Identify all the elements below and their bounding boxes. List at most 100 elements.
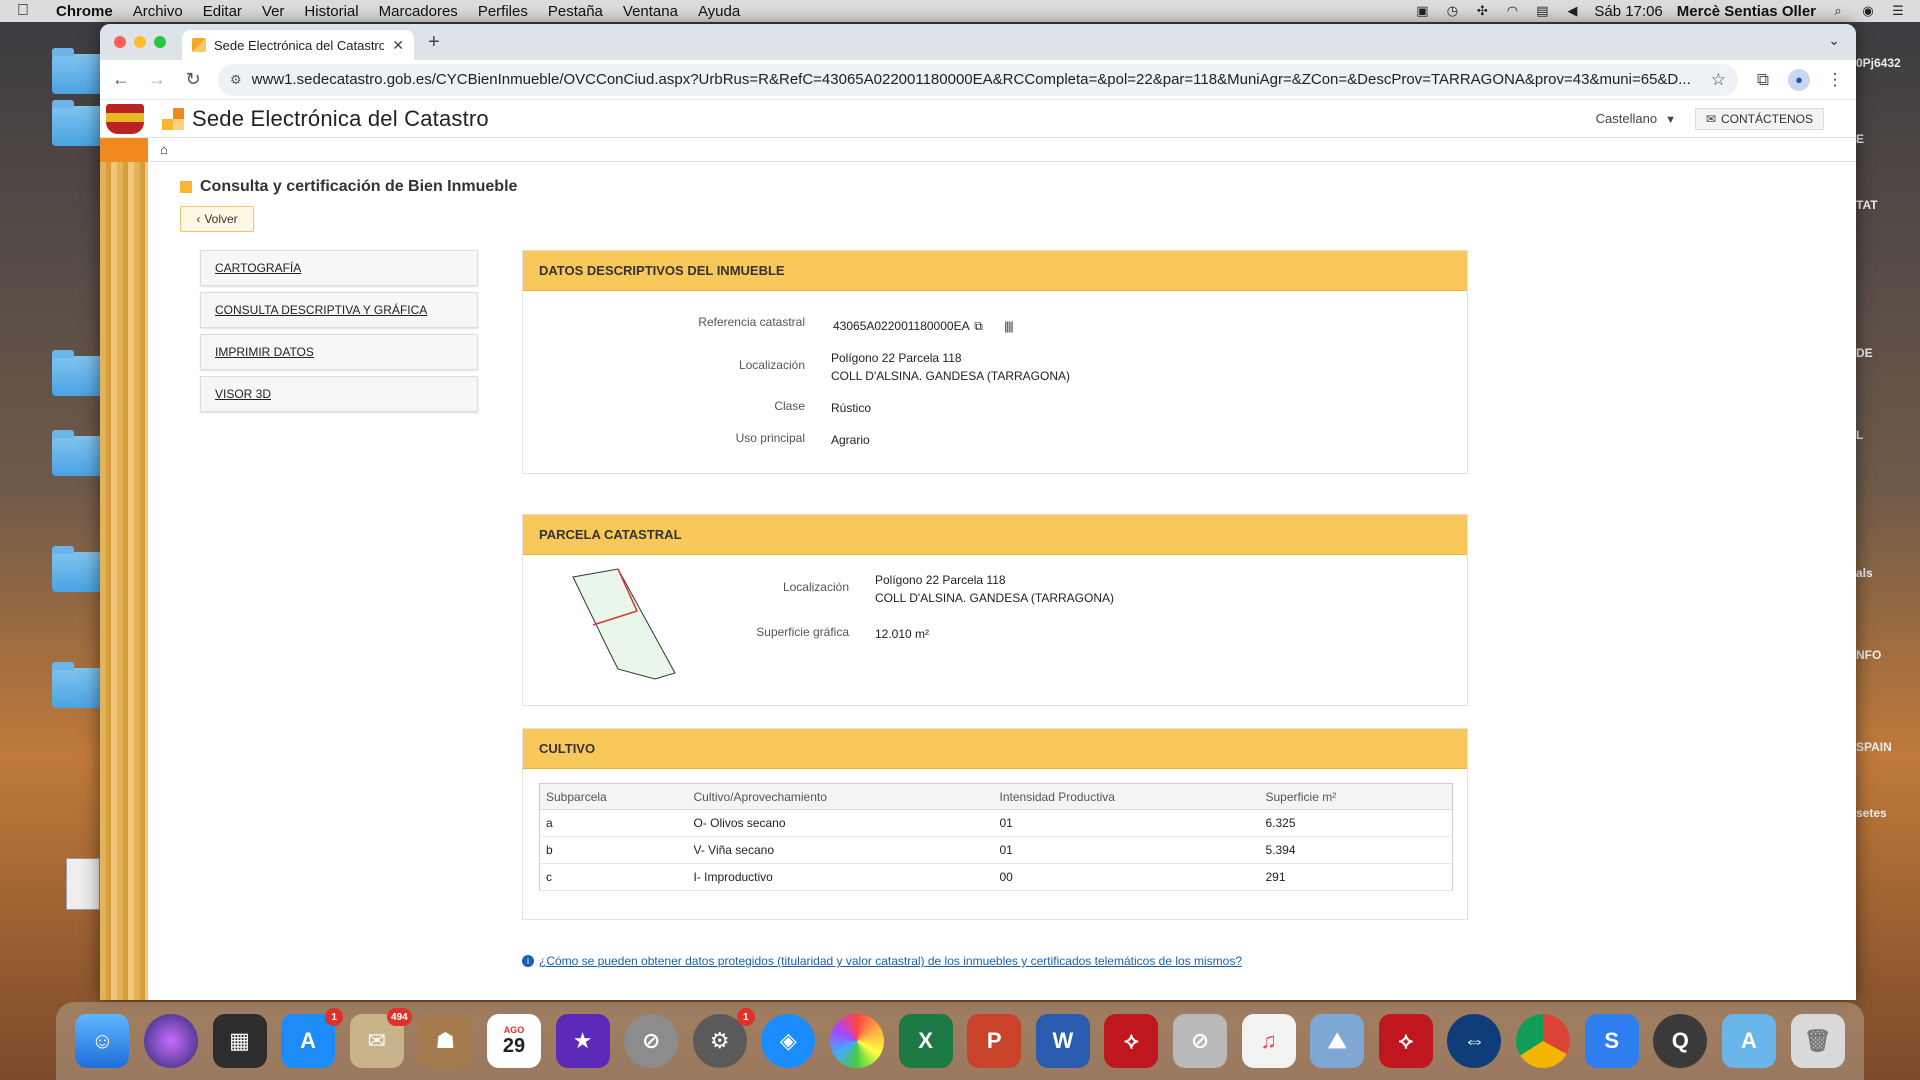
copy-icon[interactable]: ⧉ <box>974 319 983 333</box>
network-icon[interactable]: ✣ <box>1474 3 1490 18</box>
menu-cartografia[interactable]: CARTOGRAFÍA <box>200 250 478 286</box>
cell-cultivo: I- Improductivo <box>687 863 994 891</box>
panel-title: DATOS DESCRIPTIVOS DEL INMUEBLE <box>523 251 1467 291</box>
menu-pestana[interactable]: Pestaña <box>538 3 613 20</box>
apple-menu-icon[interactable]:  <box>0 2 46 20</box>
wifi-icon[interactable]: ◠ <box>1504 3 1520 18</box>
kebab-menu-icon[interactable]: ⋮ <box>1824 70 1846 90</box>
powerpoint-icon[interactable]: P <box>967 1014 1022 1068</box>
referencia-text[interactable]: 43065A022001180000EA <box>833 319 969 333</box>
contact-button[interactable]: ✉ CONTÁCTENOS <box>1694 107 1824 130</box>
time-machine-icon[interactable]: ◷ <box>1444 3 1460 18</box>
menu-ver[interactable]: Ver <box>252 3 295 20</box>
title-marker-icon <box>180 181 192 193</box>
desktop-folder-icon[interactable] <box>52 430 104 476</box>
menu-consulta-descriptiva[interactable]: CONSULTA DESCRIPTIVA Y GRÁFICA <box>200 292 478 328</box>
control-center-icon[interactable]: ☰ <box>1890 3 1906 18</box>
reload-icon[interactable]: ↻ <box>182 69 204 90</box>
clock[interactable]: Sáb 17:06 <box>1594 3 1662 20</box>
envelope-icon: ✉ <box>1705 111 1716 126</box>
tab-search-chevron-icon[interactable]: ⌄ <box>1828 32 1840 49</box>
extensions-icon[interactable]: ⧉ <box>1752 70 1774 90</box>
user-name[interactable]: Mercè Sentias Oller <box>1677 3 1816 20</box>
app-store-icon[interactable]: A1 <box>281 1008 344 1068</box>
photos-icon[interactable] <box>830 1014 884 1068</box>
menu-editar[interactable]: Editar <box>193 3 252 20</box>
desktop-folder-icon[interactable] <box>52 546 104 592</box>
site-settings-icon[interactable]: ⚙ <box>230 72 242 88</box>
menu-marcadores[interactable]: Marcadores <box>369 3 468 20</box>
skype-icon[interactable]: S <box>1584 1014 1639 1068</box>
label-uso: Uso principal <box>735 431 805 445</box>
blocked-app-icon[interactable]: ⊘ <box>624 1014 679 1068</box>
desktop-folder-icon[interactable] <box>52 48 104 94</box>
parcel-map-thumbnail[interactable] <box>563 567 683 697</box>
datos-list: Referencia catastral 43065A022001180000E… <box>523 291 1467 473</box>
system-settings-icon[interactable]: ⚙ 1 <box>692 1008 755 1068</box>
barcode-icon[interactable]: |||| <box>1004 319 1014 333</box>
menu-ayuda[interactable]: Ayuda <box>688 3 750 20</box>
tab-active[interactable]: Sede Electrónica del Catastro ✕ <box>182 30 414 60</box>
back-label: Volver <box>204 212 238 226</box>
desktop-folder-icon[interactable] <box>52 662 104 708</box>
tab-bar: Sede Electrónica del Catastro ✕ + ⌄ <box>100 24 1856 60</box>
close-tab-icon[interactable]: ✕ <box>392 37 404 54</box>
back-arrow-icon[interactable]: ← <box>110 69 132 90</box>
menu-ventana[interactable]: Ventana <box>613 3 688 20</box>
spotlight-icon[interactable]: ⌕ <box>1830 3 1846 18</box>
bookmark-star-icon[interactable]: ☆ <box>1711 70 1726 90</box>
keyboard-icon[interactable]: ▤ <box>1534 3 1550 18</box>
forward-arrow-icon[interactable]: → <box>146 69 168 90</box>
excel-icon[interactable]: X <box>898 1014 953 1068</box>
imovie-icon[interactable]: ★ <box>555 1014 610 1068</box>
menu-historial[interactable]: Historial <box>294 3 368 20</box>
back-button[interactable]: ‹ Volver <box>180 206 254 232</box>
orange-accent <box>100 137 148 162</box>
mail-icon[interactable]: ✉ 494 <box>349 1008 412 1068</box>
display-icon[interactable]: ▣ <box>1414 3 1430 18</box>
safari-icon[interactable]: ◈ <box>761 1014 816 1068</box>
zoom-window-button[interactable] <box>154 36 166 48</box>
value-clase: Rústico <box>831 401 872 415</box>
siri-app-icon[interactable] <box>143 1014 198 1068</box>
help-link[interactable]: i ¿Cómo se pueden obtener datos protegid… <box>522 954 1242 968</box>
menu-app-name[interactable]: Chrome <box>46 3 123 20</box>
quicktime-icon[interactable]: Q <box>1653 1014 1708 1068</box>
finder-icon[interactable]: ☺ <box>75 1014 130 1068</box>
acrobat-icon[interactable]: ⟡ <box>1104 1014 1159 1068</box>
desktop-file-icon[interactable] <box>66 858 100 910</box>
close-window-button[interactable] <box>114 36 126 48</box>
desktop-folder-icon[interactable] <box>52 100 104 146</box>
preview-icon[interactable]: ⛰ <box>1310 1014 1365 1068</box>
site-title[interactable]: Sede Electrónica del Catastro <box>192 106 489 132</box>
new-tab-icon[interactable]: + <box>428 31 440 54</box>
word-icon[interactable]: W <box>1035 1014 1090 1068</box>
chrome-icon[interactable] <box>1516 1014 1571 1068</box>
calendar-icon[interactable]: AGO 29 <box>486 1014 541 1068</box>
blocked-app-icon-2[interactable]: ⊘ <box>1173 1014 1228 1068</box>
acrobat-reader-icon[interactable]: ⟡ <box>1378 1014 1433 1068</box>
url-text[interactable]: www1.sedecatastro.gob.es/CYCBienInmueble… <box>252 71 1701 88</box>
home-icon[interactable]: ⌂ <box>160 142 168 157</box>
language-selector[interactable]: Castellano ▼ <box>1596 111 1676 126</box>
minimize-window-button[interactable] <box>134 36 146 48</box>
menu-archivo[interactable]: Archivo <box>123 3 193 20</box>
applications-folder-icon[interactable]: A <box>1721 1014 1776 1068</box>
music-icon[interactable]: ♫ <box>1241 1014 1296 1068</box>
menu-visor-3d[interactable]: VISOR 3D <box>200 376 478 412</box>
teamviewer-icon[interactable]: ⇔ <box>1447 1014 1502 1068</box>
address-bar[interactable]: ⚙ www1.sedecatastro.gob.es/CYCBienInmueb… <box>218 63 1738 96</box>
desktop-folder-icon[interactable] <box>52 350 104 396</box>
help-link-text[interactable]: ¿Cómo se pueden obtener datos protegidos… <box>539 954 1242 968</box>
mail-badge: 494 <box>387 1008 412 1026</box>
volume-icon[interactable]: ◀ <box>1564 3 1580 18</box>
profile-avatar-icon[interactable]: ● <box>1788 68 1810 91</box>
menu-imprimir-datos[interactable]: IMPRIMIR DATOS <box>200 334 478 370</box>
cell-intensidad: 01 <box>993 836 1260 864</box>
table-row: a O- Olivos secano 01 6.325 <box>539 809 1453 837</box>
activity-monitor-icon[interactable]: ▦ <box>212 1014 267 1068</box>
contacts-icon[interactable]: ☗ <box>418 1014 473 1068</box>
menu-perfiles[interactable]: Perfiles <box>468 3 538 20</box>
trash-icon[interactable]: 🗑 <box>1790 1014 1845 1068</box>
siri-icon[interactable]: ◉ <box>1860 3 1876 18</box>
